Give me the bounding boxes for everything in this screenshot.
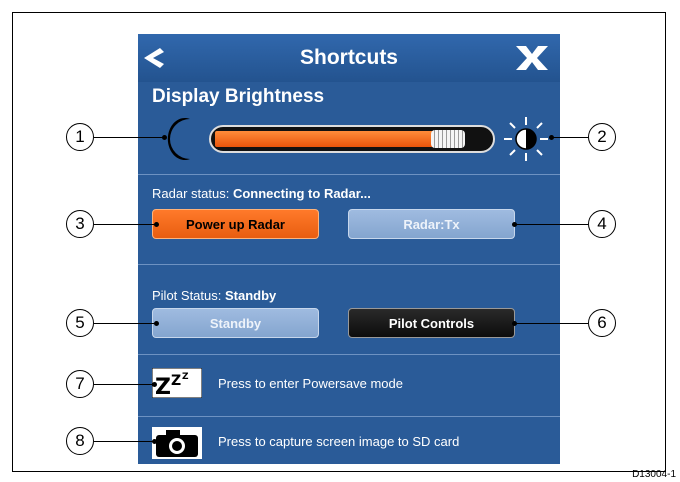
camera-icon[interactable] bbox=[152, 427, 202, 459]
divider bbox=[138, 416, 560, 417]
sleep-zzz-icon[interactable]: Z Z Z bbox=[152, 368, 202, 398]
screenshot-text[interactable]: Press to capture screen image to SD card bbox=[218, 434, 459, 449]
callout-leader-dot bbox=[154, 321, 159, 326]
callout-leader bbox=[514, 323, 588, 324]
title-bar: Shortcuts bbox=[138, 34, 560, 82]
callout-5: 5 bbox=[66, 309, 94, 337]
shortcuts-panel: Shortcuts Display Brightness Radar statu… bbox=[138, 34, 560, 464]
pilot-status: Pilot Status: Standby bbox=[152, 288, 276, 303]
callout-leader-dot bbox=[512, 222, 517, 227]
brightness-slider-thumb[interactable] bbox=[431, 130, 465, 148]
callout-4: 4 bbox=[588, 210, 616, 238]
callout-7: 7 bbox=[66, 370, 94, 398]
callout-leader-dot bbox=[162, 135, 167, 140]
pilot-status-value: Standby bbox=[225, 288, 277, 303]
callout-leader-dot bbox=[154, 222, 159, 227]
callout-8: 8 bbox=[66, 427, 94, 455]
radar-status-value: Connecting to Radar... bbox=[232, 186, 371, 201]
divider bbox=[138, 264, 560, 265]
callout-leader bbox=[514, 224, 588, 225]
radar-tx-button[interactable]: Radar:Tx bbox=[348, 209, 515, 239]
radar-status-label: Radar status: bbox=[152, 186, 230, 201]
close-icon[interactable] bbox=[516, 46, 548, 70]
radar-status: Radar status: Connecting to Radar... bbox=[152, 186, 371, 201]
callout-leader-dot bbox=[152, 382, 157, 387]
moon-icon bbox=[167, 118, 190, 160]
svg-text:Z: Z bbox=[182, 372, 189, 382]
callout-3: 3 bbox=[66, 210, 94, 238]
callout-6: 6 bbox=[588, 309, 616, 337]
callout-leader bbox=[550, 137, 588, 138]
callout-leader-dot bbox=[549, 135, 554, 140]
divider bbox=[138, 354, 560, 355]
brightness-heading: Display Brightness bbox=[152, 86, 325, 107]
figure-id: D13004-1 bbox=[632, 469, 676, 480]
callout-leader bbox=[94, 323, 156, 324]
callout-2: 2 bbox=[588, 123, 616, 151]
powersave-text[interactable]: Press to enter Powersave mode bbox=[218, 376, 403, 391]
brightness-fill bbox=[215, 131, 448, 147]
pilot-controls-button[interactable]: Pilot Controls bbox=[348, 308, 515, 338]
callout-leader bbox=[94, 137, 164, 138]
brightness-slider[interactable] bbox=[209, 125, 495, 153]
sun-icon bbox=[504, 117, 548, 161]
callout-leader bbox=[94, 224, 156, 225]
callout-leader-dot bbox=[512, 321, 517, 326]
pilot-status-label: Pilot Status: bbox=[152, 288, 222, 303]
page-title: Shortcuts bbox=[299, 46, 398, 69]
callout-leader-dot bbox=[152, 439, 157, 444]
callout-leader bbox=[94, 384, 154, 385]
standby-button[interactable]: Standby bbox=[152, 308, 319, 338]
power-up-radar-button[interactable]: Power up Radar bbox=[152, 209, 319, 239]
callout-leader bbox=[94, 441, 154, 442]
callout-1: 1 bbox=[66, 123, 94, 151]
svg-text:Z: Z bbox=[155, 375, 171, 398]
divider bbox=[138, 174, 560, 175]
svg-text:Z: Z bbox=[171, 373, 181, 389]
